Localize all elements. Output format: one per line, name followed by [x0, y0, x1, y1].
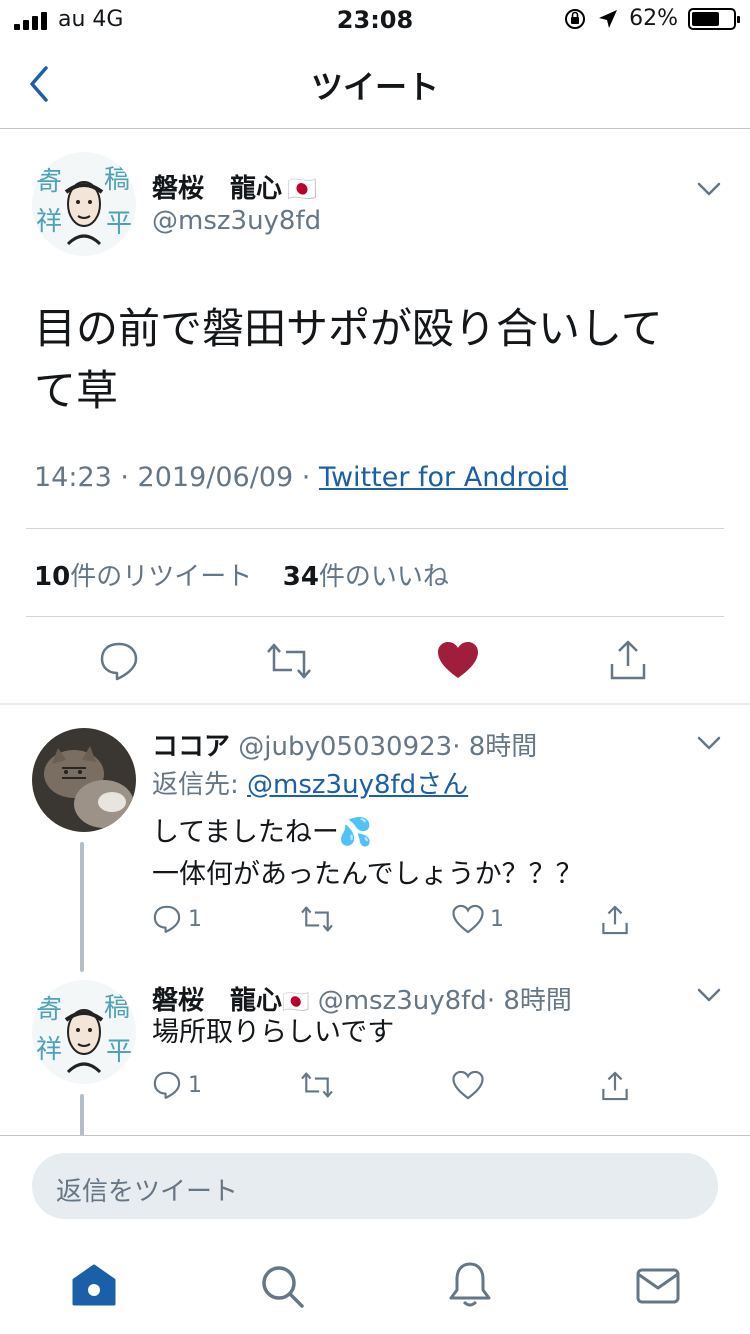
svg-text:平: 平 — [106, 209, 132, 239]
reply-icon[interactable] — [152, 904, 182, 934]
reply-text-line: してましたねー💦 — [152, 817, 373, 848]
author-name[interactable]: 磐桜 龍心 — [152, 174, 282, 204]
location-icon — [599, 9, 618, 28]
divider — [26, 616, 724, 617]
reply-count: 1 — [188, 906, 202, 932]
reply-action-reply[interactable]: 1 — [152, 1070, 202, 1100]
reply-text-line: 一体何があったんでしょうか？？？ — [152, 859, 583, 890]
messages-icon[interactable] — [634, 1262, 682, 1310]
header: ツイート — [0, 40, 750, 129]
flag-icon: 🇯🇵 — [287, 175, 317, 203]
heart-icon[interactable] — [452, 1070, 484, 1100]
heart-icon[interactable] — [452, 904, 484, 934]
tweet-text-line: 目の前で磐田サポが殴り合いして — [34, 304, 663, 353]
author-handle[interactable]: @msz3uy8fd — [152, 206, 321, 236]
divider — [0, 1135, 750, 1136]
search-icon[interactable] — [258, 1262, 306, 1310]
chevron-down-icon[interactable] — [694, 728, 724, 758]
retweet-icon[interactable] — [300, 904, 334, 934]
tweet-text: 目の前で磐田サポが殴り合いして て草 — [34, 298, 724, 422]
reply-icon[interactable] — [152, 1070, 182, 1100]
page-title: ツイート — [310, 68, 439, 106]
reply-to-handle-link[interactable]: @msz3uy8fdさん — [247, 770, 468, 800]
retweet-icon[interactable] — [266, 640, 312, 682]
svg-text:稿: 稿 — [104, 993, 130, 1023]
author-name-row: 磐桜 龍心 🇯🇵 — [152, 168, 317, 205]
battery-icon — [688, 7, 740, 30]
rotation-lock-icon — [565, 8, 586, 29]
battery-percent: 62% — [629, 6, 678, 31]
divider — [26, 528, 724, 529]
tweet-timestamp: 14:23 · 2019/06/09 · — [34, 462, 319, 493]
home-icon[interactable] — [70, 1262, 118, 1310]
svg-text:平: 平 — [106, 1037, 132, 1067]
status-bar: au 4G 23:08 62% — [0, 0, 750, 40]
reply-icon[interactable] — [98, 640, 140, 682]
reply-action-reply[interactable]: 1 — [152, 904, 202, 934]
svg-text:寄: 寄 — [36, 167, 62, 197]
svg-text:寄: 寄 — [36, 995, 62, 1025]
tweet-meta: 14:23 · 2019/06/09 · Twitter for Android — [34, 462, 568, 493]
chevron-down-icon[interactable] — [694, 980, 724, 1010]
tweet-stats: 10件のリツイート 34件のいいね — [34, 556, 449, 593]
reply-action-like[interactable]: 1 — [452, 904, 504, 934]
notifications-icon[interactable] — [446, 1260, 494, 1308]
reply-to-label: 返信先: — [152, 770, 248, 800]
likes-label[interactable]: 件のいいね — [319, 562, 449, 592]
reply-compose-input[interactable]: 返信をツイート — [32, 1153, 718, 1219]
status-right: 62% — [563, 6, 740, 31]
tweet-text-line: て草 — [34, 366, 119, 415]
share-icon[interactable] — [600, 1070, 630, 1102]
section-divider — [0, 703, 750, 705]
reply-to-row: 返信先: @msz3uy8fdさん — [152, 764, 468, 801]
author-avatar[interactable]: 寄 稿 祥 平 — [32, 152, 136, 256]
reply-text: 場所取りらしいです — [152, 1012, 712, 1054]
thread-line — [80, 1094, 84, 1136]
chevron-down-icon[interactable] — [694, 174, 724, 204]
reply-count: 1 — [188, 1072, 202, 1098]
tweet-source-link[interactable]: Twitter for Android — [319, 462, 568, 493]
reply-text: してましたねー💦 一体何があったんでしょうか？？？ — [152, 812, 712, 896]
reply-author-name[interactable]: ココア — [152, 732, 230, 762]
reply-avatar[interactable]: 寄 稿 祥 平 — [32, 980, 136, 1084]
svg-text:稿: 稿 — [104, 165, 130, 195]
share-icon[interactable] — [608, 638, 648, 682]
thread-line — [80, 842, 84, 972]
retweet-icon[interactable] — [300, 1070, 334, 1100]
share-icon[interactable] — [600, 904, 630, 936]
reply-time: · 8時間 — [452, 732, 538, 762]
reply-author-handle[interactable]: @juby05030923 — [238, 732, 452, 762]
liked-heart-icon[interactable] — [436, 640, 480, 680]
reply-text-line: 場所取りらしいです — [152, 1017, 395, 1048]
svg-text:祥: 祥 — [36, 207, 62, 237]
retweets-count[interactable]: 10 — [34, 562, 70, 592]
likes-count[interactable]: 34 — [283, 562, 319, 592]
svg-text:祥: 祥 — [36, 1035, 62, 1065]
like-count: 1 — [490, 906, 504, 932]
reply-header: ココア @juby05030923· 8時間 — [152, 726, 537, 763]
retweets-label[interactable]: 件のリツイート — [70, 562, 252, 592]
reply-avatar[interactable] — [32, 728, 136, 832]
